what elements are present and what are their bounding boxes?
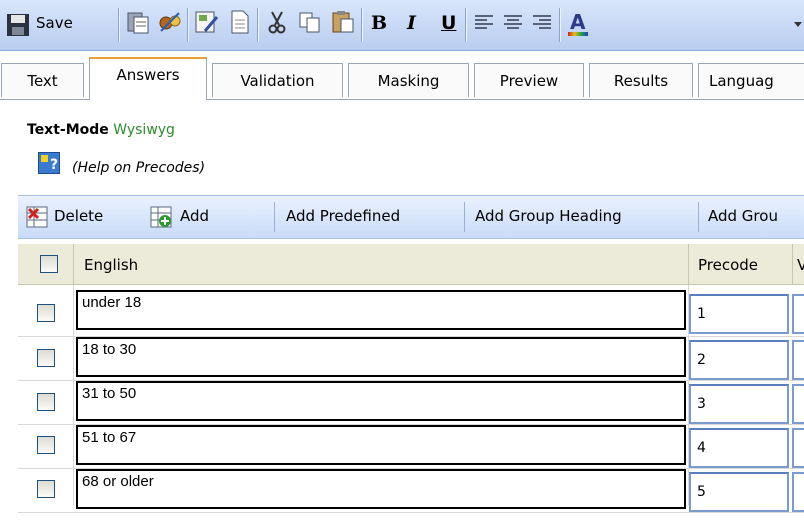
tab-bar: Text Answers Validation Masking Preview … [0,57,804,100]
toolbar-separator [187,8,188,42]
text-mode-toggle: Text-Mode Wysiwyg [27,122,175,138]
tab-language[interactable]: Languag [698,63,804,97]
tab-text[interactable]: Text [1,63,84,97]
toolbar-separator [559,8,560,42]
row-divider [18,512,804,513]
row-checkbox[interactable] [37,480,55,498]
row-checkbox[interactable] [37,436,55,454]
editor-toolbar: Save B I U A [0,0,804,51]
paste-button[interactable] [330,9,356,39]
wysiwyg-link[interactable]: Wysiwyg [113,122,175,138]
english-text-field[interactable]: 68 or older [76,469,686,509]
scissors-icon [268,11,286,34]
cut-button[interactable] [264,9,290,39]
align-left-icon [475,15,493,29]
text-mode-label: Text-Mode [27,122,109,138]
grid-toolbar-separator [464,202,465,232]
new-document-button[interactable] [226,9,252,39]
help-icon[interactable]: ? [38,152,60,174]
english-text-field[interactable]: 31 to 50 [76,381,686,421]
toolbar-separator [465,8,466,42]
underline-button[interactable]: U [441,12,456,34]
floppy-disk-icon [7,14,29,36]
next-column-field[interactable] [792,472,804,512]
row-checkbox[interactable] [37,304,55,322]
column-header-precode[interactable]: Precode [698,256,758,274]
add-row-icon[interactable] [150,206,172,228]
help-link[interactable]: (Help on Precodes) [72,160,205,176]
english-text-field[interactable]: 51 to 67 [76,425,686,465]
column-divider [73,285,74,505]
save-button[interactable] [6,9,32,41]
align-right-icon [533,15,551,29]
delete-icon[interactable] [26,206,48,228]
add-button[interactable]: Add [180,207,209,225]
grid-toolbar-separator [274,202,275,232]
precode-field[interactable]: 2 [689,340,789,380]
question-mark-icon: ? [39,153,59,173]
add-group-button[interactable]: Add Grou [708,207,778,225]
column-divider [792,244,793,284]
add-predefined-button[interactable]: Add Predefined [286,207,400,225]
table-header: English Precode V [18,244,804,285]
english-text-field[interactable]: 18 to 30 [76,337,686,377]
color-swatch-icon [568,32,588,36]
document-icon [231,10,249,34]
copy-icon [299,12,320,33]
copy-button[interactable] [297,9,323,39]
align-center-icon [504,15,522,29]
toolbar-separator [257,8,258,42]
precode-field[interactable]: 3 [689,384,789,424]
delete-button[interactable]: Delete [54,207,103,225]
grid-toolbar: Delete Add Add Predefined Add Group Head… [18,195,804,239]
save-label[interactable]: Save [36,14,73,32]
tab-results[interactable]: Results [589,63,693,97]
italic-button[interactable]: I [407,12,416,34]
grid-toolbar-separator [698,202,699,232]
next-column-field[interactable] [792,384,804,424]
toolbar-separator [118,8,119,42]
svg-text:?: ? [50,157,58,173]
tab-validation[interactable]: Validation [212,63,343,97]
tab-masking[interactable]: Masking [348,63,469,97]
edit-button[interactable] [193,9,219,39]
align-center-button[interactable] [500,9,526,39]
select-all-checkbox[interactable] [40,255,58,273]
tab-preview[interactable]: Preview [474,63,584,97]
paste-special-button[interactable] [125,9,151,39]
row-checkbox[interactable] [37,393,55,411]
chevron-down-icon[interactable] [794,22,802,27]
spellcheck-button[interactable] [157,9,183,39]
toolbar-separator [361,8,362,42]
english-text-field[interactable]: under 18 [76,290,686,330]
edit-document-icon [195,11,219,33]
column-header-next[interactable]: V [797,256,804,274]
bold-button[interactable]: B [371,12,387,34]
precode-field[interactable]: 4 [689,428,789,468]
tab-answers[interactable]: Answers [89,57,207,100]
font-color-button[interactable]: A [565,9,591,39]
next-column-field[interactable] [792,294,804,334]
precode-field[interactable]: 1 [689,294,789,334]
clipboard-icon [127,12,149,34]
font-color-label: A [570,10,586,34]
spellcheck-icon [159,12,181,32]
align-right-button[interactable] [529,9,555,39]
add-group-heading-button[interactable]: Add Group Heading [475,207,622,225]
align-left-button[interactable] [471,9,497,39]
paste-icon [332,11,354,33]
column-divider [73,244,74,284]
row-checkbox[interactable] [37,349,55,367]
column-header-english[interactable]: English [84,256,138,274]
next-column-field[interactable] [792,340,804,380]
column-divider [688,244,689,284]
next-column-field[interactable] [792,428,804,468]
precode-field[interactable]: 5 [689,472,789,512]
